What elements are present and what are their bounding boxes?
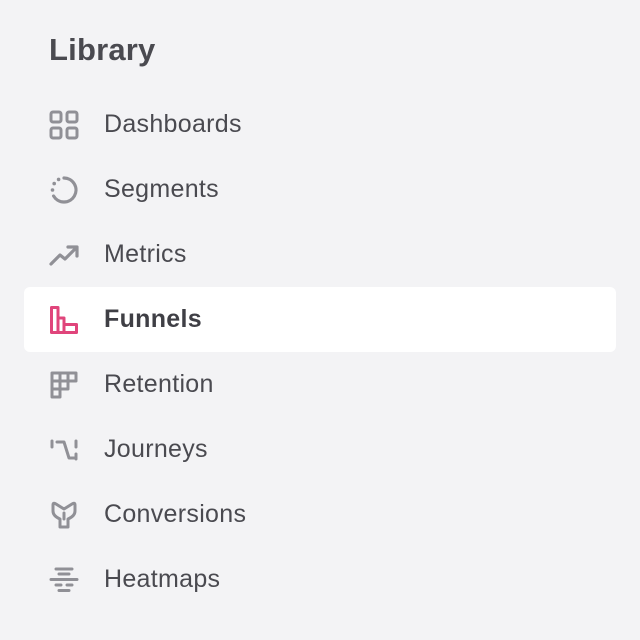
retention-grid-icon [48,369,80,401]
sidebar-item-label: Retention [104,370,214,398]
sidebar-item-label: Segments [104,175,219,203]
sidebar-title: Library [49,32,156,67]
funnel-bars-icon [48,304,80,336]
sidebar-item-conversions[interactable]: Conversions [24,482,616,547]
sidebar-item-label: Conversions [104,500,247,528]
segment-circle-icon [48,174,80,206]
conversion-funnel-icon [48,499,80,531]
sidebar-item-dashboards[interactable]: Dashboards [24,92,616,157]
grid-icon [48,109,80,141]
sidebar-item-segments[interactable]: Segments [24,157,616,222]
journey-path-icon [48,434,80,466]
sidebar-item-metrics[interactable]: Metrics [24,222,616,287]
sidebar-item-funnels[interactable]: Funnels [24,287,616,352]
library-sidebar: Library Dashboards Segments Metrics Funn… [0,0,640,640]
sidebar-item-journeys[interactable]: Journeys [24,417,616,482]
trending-up-icon [48,239,80,271]
sidebar-item-label: Heatmaps [104,565,221,593]
sidebar-item-label: Journeys [104,435,208,463]
sidebar-item-label: Metrics [104,240,187,268]
sidebar-item-heatmaps[interactable]: Heatmaps [24,547,616,612]
heatmap-icon [48,564,80,596]
library-nav: Dashboards Segments Metrics Funnels Rete… [24,92,616,612]
sidebar-item-label: Funnels [104,305,202,333]
sidebar-item-label: Dashboards [104,110,242,138]
sidebar-item-retention[interactable]: Retention [24,352,616,417]
